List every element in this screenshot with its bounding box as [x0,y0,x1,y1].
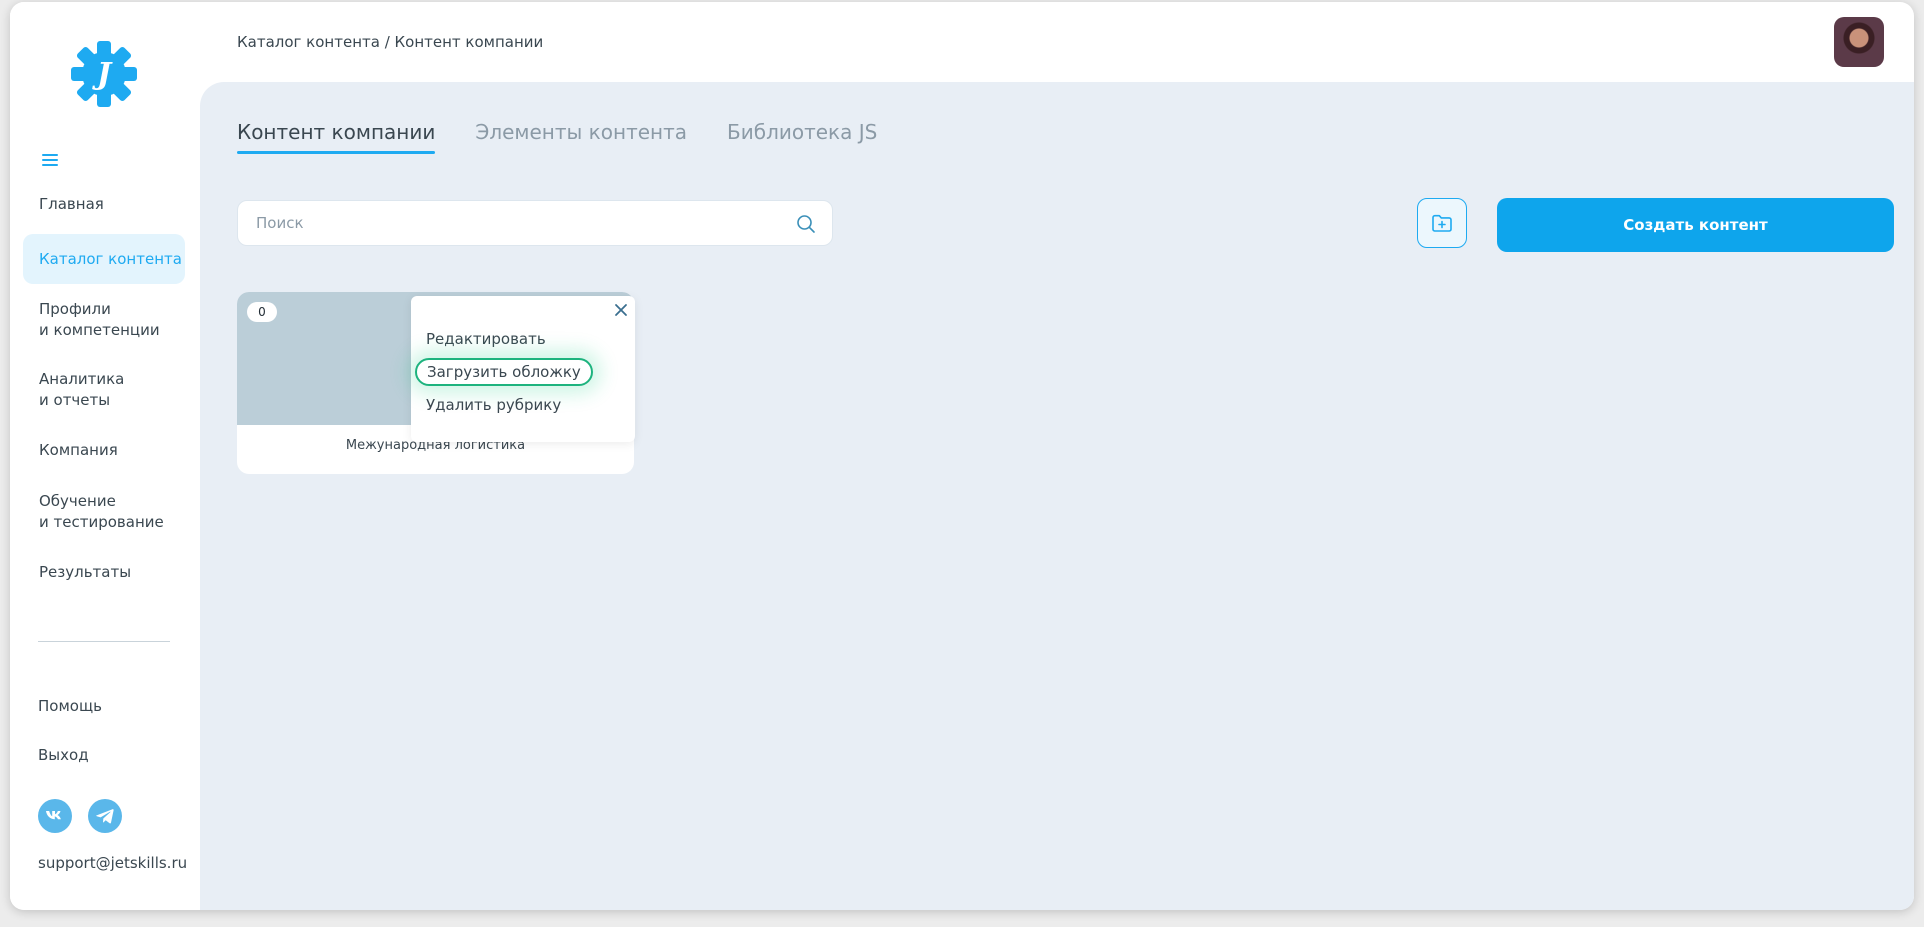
sidebar-item-content-catalog[interactable]: Каталог контента [23,234,185,284]
breadcrumb: Каталог контента / Контент компании [237,33,544,51]
tab-js-library[interactable]: Библиотека JS [727,120,877,154]
help-link[interactable]: Помощь [38,697,102,715]
sidebar-item-company[interactable]: Компания [23,436,185,478]
telegram-icon[interactable] [88,799,122,833]
main-content: Контент компании Элементы контента Библи… [200,82,1914,910]
sidebar: J Главная Каталог контента Профили и ком… [10,2,200,910]
search-icon[interactable] [796,214,816,234]
folder-add-icon [1432,214,1452,232]
sidebar-item-analytics[interactable]: Аналитика и отчеты [23,366,185,426]
sidebar-divider [38,641,170,642]
telegram-glyph [96,809,114,824]
vk-glyph [46,811,61,820]
count-badge: 0 [247,302,277,322]
search-input[interactable] [238,201,832,245]
search-box [237,200,833,246]
tab-company-content[interactable]: Контент компании [237,120,436,154]
sidebar-item-training[interactable]: Обучение и тестирование [23,488,185,548]
logo-gear-icon[interactable]: J [70,40,138,108]
tab-content-elements[interactable]: Элементы контента [475,120,687,154]
add-folder-button[interactable] [1417,198,1467,248]
card-context-menu: Редактировать Загрузить обложку Удалить … [411,296,635,442]
create-content-button[interactable]: Создать контент [1497,198,1894,252]
hamburger-icon[interactable] [42,154,58,166]
menu-item-upload-cover[interactable]: Загрузить обложку [415,358,593,386]
tabs: Контент компании Элементы контента Библи… [237,120,877,154]
sidebar-item-profiles[interactable]: Профили и компетенции [23,296,185,356]
support-email-link[interactable]: support@jetskills.ru [38,854,187,872]
sidebar-item-results[interactable]: Результаты [23,558,185,600]
sidebar-item-home[interactable]: Главная [23,183,185,225]
vk-icon[interactable] [38,799,72,833]
logout-link[interactable]: Выход [38,746,89,764]
close-icon[interactable] [613,302,629,318]
avatar[interactable] [1834,17,1884,67]
menu-item-edit[interactable]: Редактировать [426,330,546,348]
menu-item-delete-rubric[interactable]: Удалить рубрику [426,396,561,414]
app-window: J Главная Каталог контента Профили и ком… [10,2,1914,910]
sidebar-nav: Главная Каталог контента Профили и компе… [23,183,185,600]
